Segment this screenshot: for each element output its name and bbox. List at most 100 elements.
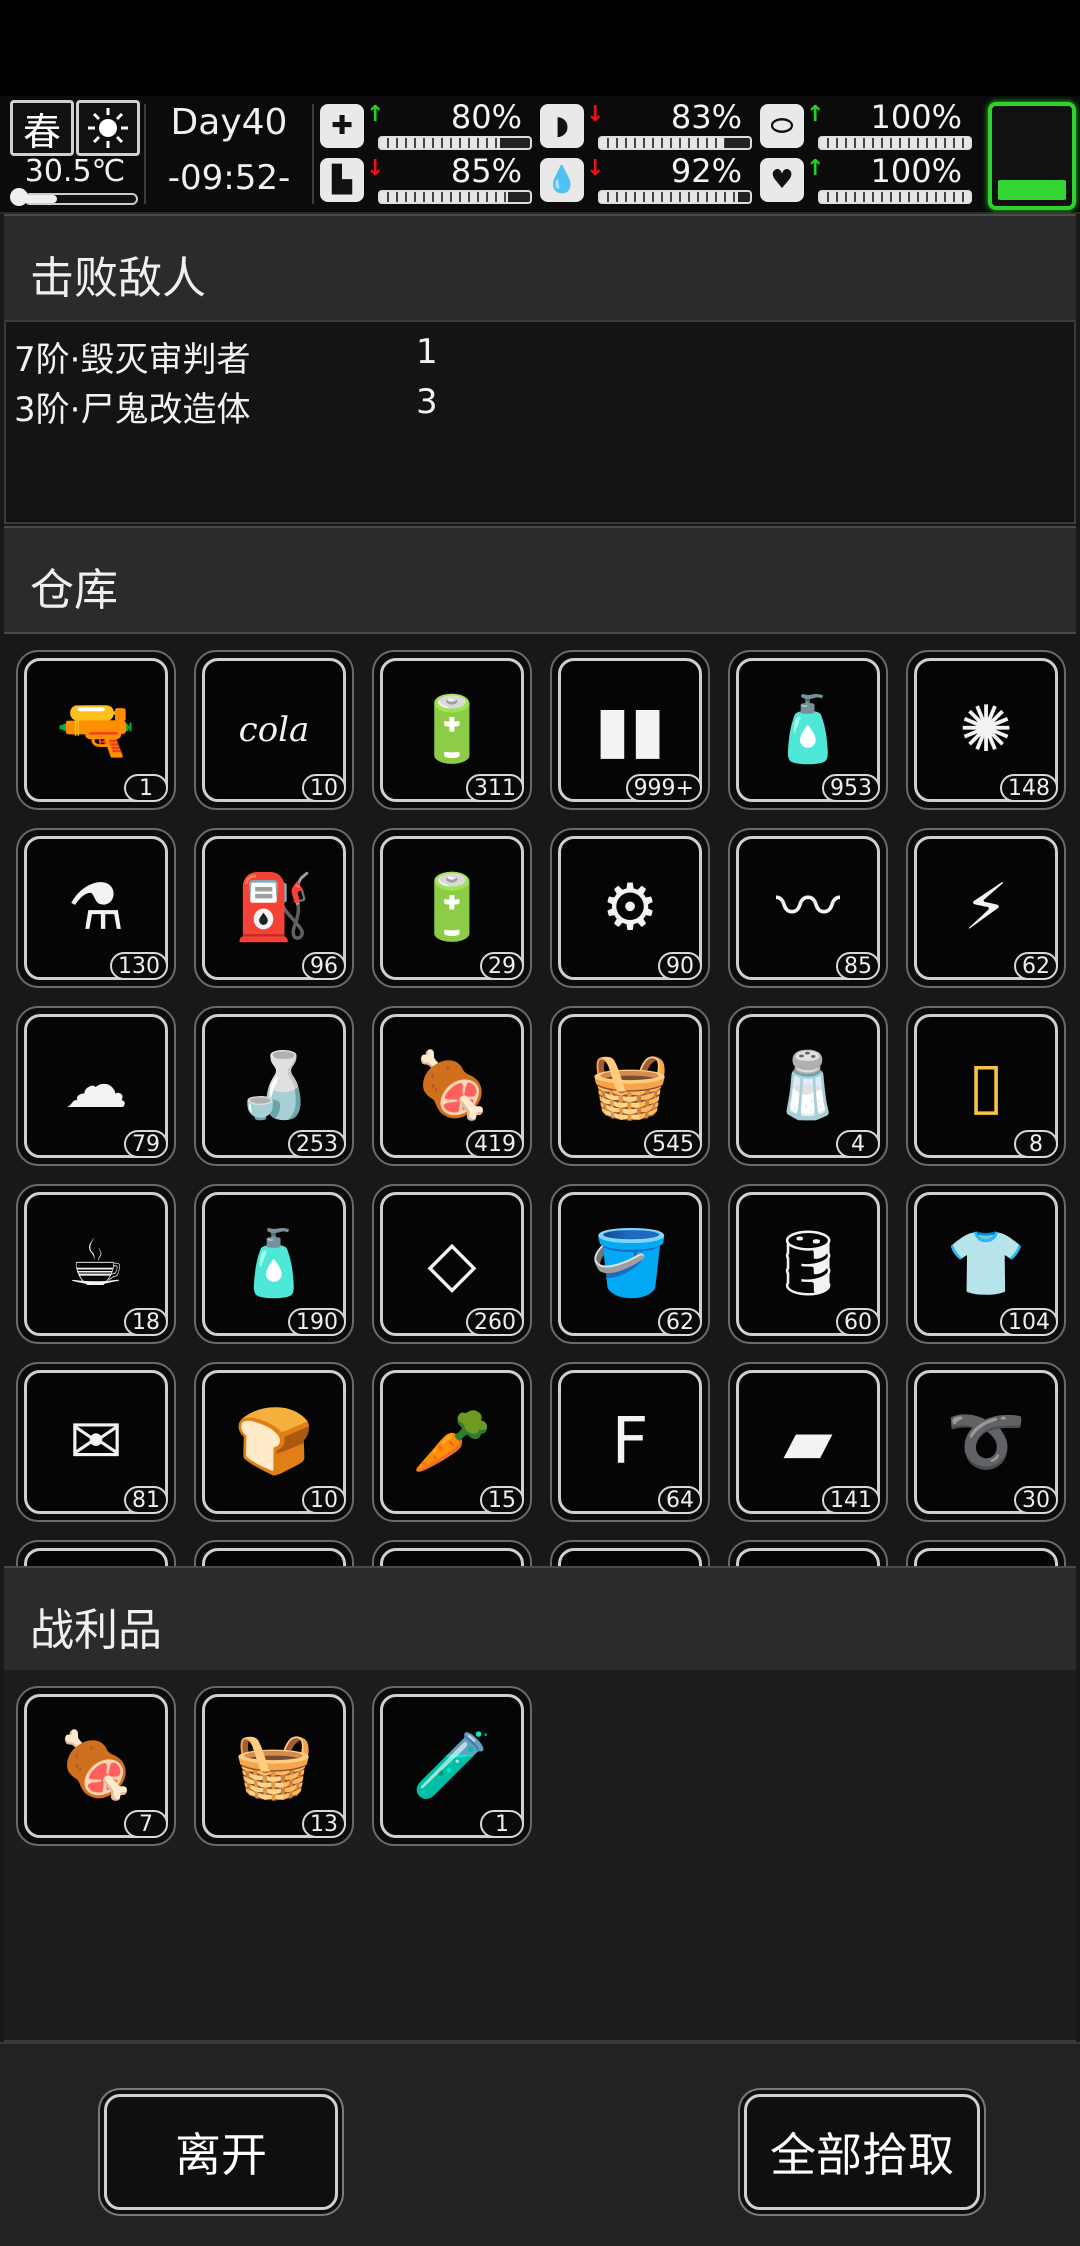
spice-bottle-icon: 🧂: [768, 1049, 848, 1123]
item-slot[interactable]: ▯ 8: [906, 1006, 1066, 1166]
trend-up-arrow-icon: ↑: [366, 102, 385, 127]
thermometer-icon: [10, 188, 138, 206]
item-count-badge: 90: [658, 952, 702, 980]
warehouse-grid[interactable]: 🔫 1 cola 10 🔋 311 ▮▮ 999+ 🧴 953 ✺ 148 ⚗ 130 ⛽ 96 🔋 29 ⚙ 90 〰…: [4, 636, 1076, 1566]
boot-icon: ▙: [320, 158, 364, 202]
bucket-icon: 🪣: [590, 1227, 670, 1301]
item-count-badge: 130: [110, 952, 168, 980]
item-count-badge: 18: [124, 1308, 168, 1336]
temperature-value: 30.5℃: [24, 154, 126, 189]
item-count-badge: 4: [836, 1130, 880, 1158]
item-slot[interactable]: 🧂 4: [728, 1006, 888, 1166]
stat-hunger: ◗ ↓ 83%: [540, 98, 752, 150]
item-slot[interactable]: ⚡ 62: [906, 828, 1066, 988]
fabric-icon: ▰: [783, 1405, 833, 1479]
fuel-barrel-icon: 🛢: [767, 1227, 849, 1301]
divider: [312, 104, 314, 204]
item-slot[interactable]: 🍖 419: [372, 1006, 532, 1166]
item-count-badge: 60: [836, 1308, 880, 1336]
item-count-badge: 104: [1000, 1308, 1058, 1336]
item-slot[interactable]: 🔋 29: [372, 828, 532, 988]
item-slot[interactable]: cola 10: [194, 650, 354, 810]
tattered-shirt-icon: 👕: [946, 1227, 1026, 1301]
item-count-badge: 15: [480, 1486, 524, 1514]
item-slot[interactable]: 🍖 7: [16, 1686, 176, 1846]
coffee-cup-icon: ☕: [67, 1227, 125, 1301]
item-slot[interactable]: ☁ 79: [16, 1006, 176, 1166]
item-slot[interactable]: 🍞 10: [194, 1362, 354, 1522]
item-count-badge: 545: [644, 1130, 702, 1158]
item-count-badge: 96: [302, 952, 346, 980]
item-slot[interactable]: 👕 104: [906, 1184, 1066, 1344]
stat-bar: [378, 190, 532, 204]
item-slot[interactable]: 🧴 190: [194, 1184, 354, 1344]
gears-icon: ⚙: [601, 871, 659, 945]
item-slot[interactable]: ▮▮ 999+: [550, 650, 710, 810]
leave-button[interactable]: 离开: [104, 2094, 338, 2210]
enemy-row: 3阶·尸鬼改造体 3: [14, 382, 438, 431]
item-slot[interactable]: [16, 1540, 176, 1566]
status-bar-area: [0, 0, 1080, 96]
item-count-badge: 311: [466, 774, 524, 802]
stat-value: 100%: [870, 98, 962, 136]
take-all-button[interactable]: 全部拾取: [744, 2094, 980, 2210]
loot-grid: 🍖 7 🧺 13 🧪 1: [4, 1670, 1076, 2042]
juice-glass-icon: ▯: [968, 1049, 1004, 1123]
meat-icon: 🍖: [56, 1729, 136, 1803]
flask-icon: ⚗: [67, 871, 125, 945]
item-slot[interactable]: ⚙ 90: [550, 828, 710, 988]
item-slot[interactable]: ✉ 81: [16, 1362, 176, 1522]
item-slot[interactable]: ◇ 260: [372, 1184, 532, 1344]
item-slot[interactable]: ➰ 30: [906, 1362, 1066, 1522]
item-slot[interactable]: ⛽ 96: [194, 828, 354, 988]
section-title: 战利品: [30, 1605, 162, 1656]
plastic-bottle-icon: 🧴: [768, 693, 848, 767]
heart-icon: ♥: [760, 158, 804, 202]
item-slot[interactable]: 🍶 253: [194, 1006, 354, 1166]
item-slot[interactable]: 〰 85: [728, 828, 888, 988]
medkit-icon: ✚: [320, 104, 364, 148]
clock-time: -09:52-: [167, 158, 291, 198]
item-slot[interactable]: [728, 1540, 888, 1566]
item-slot[interactable]: ✺ 148: [906, 650, 1066, 810]
item-slot[interactable]: [906, 1540, 1066, 1566]
item-count-badge: 7: [124, 1810, 168, 1838]
enemy-row: 7阶·毁灭审判者 1: [14, 332, 438, 381]
item-slot[interactable]: [194, 1540, 354, 1566]
water-drop-icon: 💧: [540, 158, 584, 202]
carrot-icon: 🥕: [412, 1405, 492, 1479]
section-title: 仓库: [30, 565, 118, 616]
item-slot[interactable]: F 64: [550, 1362, 710, 1522]
divider: [144, 104, 146, 204]
item-slot[interactable]: ☕ 18: [16, 1184, 176, 1344]
day-counter: Day40: [170, 102, 288, 143]
item-slot[interactable]: 🔋 311: [372, 650, 532, 810]
item-slot[interactable]: ⚗ 130: [16, 828, 176, 988]
defeated-enemies-list: 7阶·毁灭审判者 1 3阶·尸鬼改造体 3: [4, 320, 1076, 524]
item-slot[interactable]: 🧪 1: [372, 1686, 532, 1846]
stomach-icon: ◗: [540, 104, 584, 148]
item-slot[interactable]: [550, 1540, 710, 1566]
warehouse-header: 仓库: [4, 526, 1076, 634]
item-slot[interactable]: [372, 1540, 532, 1566]
glass-shards-icon: ◇: [427, 1227, 477, 1301]
trend-down-arrow-icon: ↓: [586, 156, 605, 181]
item-slot[interactable]: 🛢 60: [728, 1184, 888, 1344]
item-slot[interactable]: 🔫 1: [16, 650, 176, 810]
item-count-badge: 29: [480, 952, 524, 980]
item-count-badge: 85: [836, 952, 880, 980]
item-slot[interactable]: ▰ 141: [728, 1362, 888, 1522]
spray-bottle-icon: 🧴: [234, 1227, 314, 1301]
item-slot[interactable]: 🥕 15: [372, 1362, 532, 1522]
stat-stamina: ▙ ↓ 85%: [320, 152, 532, 204]
item-count-badge: 8: [1014, 1130, 1058, 1158]
stat-value: 100%: [870, 152, 962, 190]
cola-cup-icon: cola: [238, 710, 310, 750]
item-slot[interactable]: 🪣 62: [550, 1184, 710, 1344]
loot-header: 战利品: [4, 1566, 1076, 1674]
item-slot[interactable]: 🧴 953: [728, 650, 888, 810]
item-count-badge: 141: [822, 1486, 880, 1514]
flour-bag-icon: F: [611, 1405, 649, 1479]
item-slot[interactable]: 🧺 13: [194, 1686, 354, 1846]
item-slot[interactable]: 🧺 545: [550, 1006, 710, 1166]
